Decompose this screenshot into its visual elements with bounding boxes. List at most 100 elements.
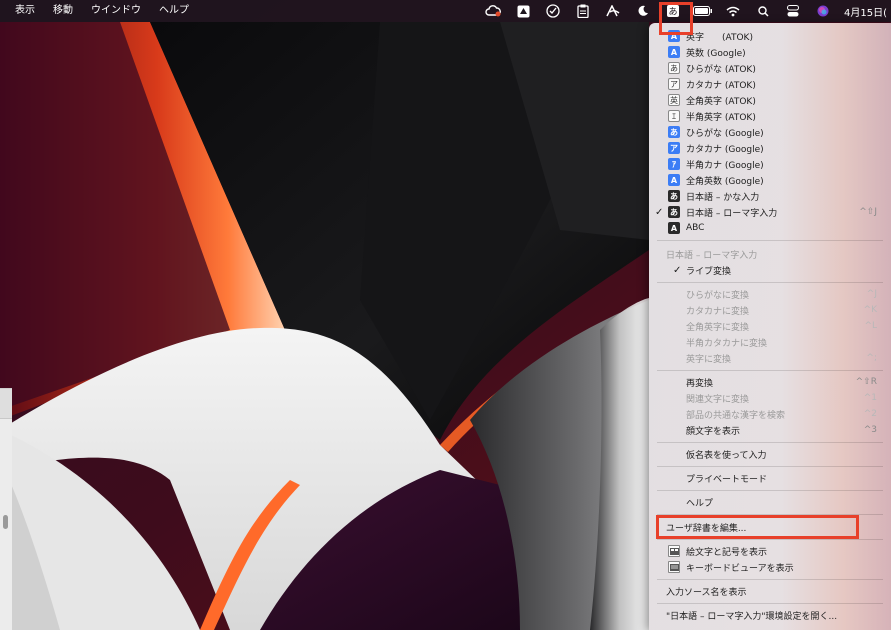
input-source-badge: あ	[668, 190, 680, 202]
menu-item-source[interactable]: ｴ 半角英字 (ATOK)	[649, 108, 891, 124]
menubar-clock[interactable]: 4月15日(	[838, 4, 891, 19]
menu-item-source[interactable]: あ ひらがな (ATOK)	[649, 60, 891, 76]
menu-item-source[interactable]: 英 全角英字 (ATOK)	[649, 92, 891, 108]
menu-item-open-preferences[interactable]: "日本語 – ローマ字入力"環境設定を開く...	[649, 607, 891, 623]
section-header-label: 日本語 – ローマ字入力	[666, 250, 758, 261]
search-icon[interactable]	[748, 0, 778, 22]
menu-item-help[interactable]: ヘルプ	[649, 494, 891, 510]
menu-separator	[657, 490, 883, 491]
menu-item-source[interactable]: A 英字 (ATOK)	[649, 28, 891, 44]
input-source-badge: A	[668, 174, 680, 186]
menu-item-kana-table[interactable]: 仮名表を使って入力	[649, 446, 891, 462]
menu-item-source[interactable]: A 英数 (Google)	[649, 44, 891, 60]
menu-item-shortcut: ^L	[864, 321, 877, 331]
menu-item-source[interactable]: あ 日本語 – かな入力	[649, 188, 891, 204]
window-titlebar	[0, 389, 12, 419]
input-source-badge: A	[668, 46, 680, 58]
menu-item-source-selected[interactable]: ✓ あ 日本語 – ローマ字入力 ^⇧J	[649, 204, 891, 220]
menu-item-label: 半角英字 (ATOK)	[686, 112, 756, 123]
menu-item-label: プライベートモード	[686, 474, 768, 485]
siri-icon[interactable]	[808, 0, 838, 22]
menu-item-label: ユーザ辞書を編集...	[666, 523, 747, 534]
menu-item-label: 全角英字に変換	[686, 322, 750, 333]
menu-item-shortcut: ^;	[866, 353, 877, 363]
menu-item-label: カタカナ (Google)	[686, 144, 764, 155]
menu-item-convert-hiragana: ひらがなに変換 ^J	[649, 286, 891, 302]
menu-window[interactable]: ウインドウ	[82, 0, 150, 22]
menu-item-shortcut: ^2	[863, 409, 877, 419]
menu-item-label: 日本語 – かな入力	[686, 192, 760, 203]
menu-item-related-chars: 関連文字に変換 ^1	[649, 390, 891, 406]
menu-item-source[interactable]: あ ひらがな (Google)	[649, 124, 891, 140]
clipboard-icon[interactable]	[568, 0, 598, 22]
menu-go[interactable]: 移動	[44, 0, 82, 22]
menu-item-shortcut: ^K	[863, 305, 877, 315]
input-source-badge: あ	[668, 62, 680, 74]
menu-item-shortcut: ^1	[863, 393, 877, 403]
menu-item-source[interactable]: ア カタカナ (ATOK)	[649, 76, 891, 92]
menu-item-search-kanji-parts: 部品の共通な漢字を検索 ^2	[649, 406, 891, 422]
input-source-badge: ア	[668, 78, 680, 90]
battery-icon[interactable]	[688, 0, 718, 22]
input-source-badge: 英	[668, 94, 680, 106]
menu-item-label: カタカナに変換	[686, 306, 750, 317]
menu-item-source[interactable]: A 全角英数 (Google)	[649, 172, 891, 188]
control-center-icon[interactable]	[778, 0, 808, 22]
menu-item-reconvert[interactable]: 再変換 ^⇧R	[649, 374, 891, 390]
wifi-icon[interactable]	[718, 0, 748, 22]
menu-item-label: 全角英字 (ATOK)	[686, 96, 756, 107]
menu-item-convert-katakana: カタカナに変換 ^K	[649, 302, 891, 318]
menu-item-label: 顔文字を表示	[686, 426, 741, 437]
menu-item-show-source-name[interactable]: 入力ソース名を表示	[649, 583, 891, 599]
menu-item-label: ひらがなに変換	[686, 290, 750, 301]
google-drive-icon[interactable]	[508, 0, 538, 22]
menu-item-label: 関連文字に変換	[686, 394, 750, 405]
menu-item-label: 英字に変換	[686, 354, 732, 365]
window-scrollbar[interactable]	[3, 515, 8, 529]
menu-item-shortcut: ^⇧J	[859, 207, 877, 217]
input-source-badge: ｴ	[668, 110, 680, 122]
checklist-icon[interactable]	[538, 0, 568, 22]
status-area: あ 4月15日(	[478, 0, 891, 22]
menu-item-convert-alphabet: 英字に変換 ^;	[649, 350, 891, 366]
menu-item-shortcut: ^3	[863, 425, 877, 435]
input-source-badge: ア	[668, 142, 680, 154]
input-source-badge: ｱ	[668, 158, 680, 170]
arc-icon[interactable]	[598, 0, 628, 22]
menu-view[interactable]: 表示	[6, 0, 44, 22]
menu-item-label: 再変換	[686, 378, 714, 389]
menu-item-live-conversion[interactable]: ✓ ライブ変換	[649, 262, 891, 278]
menu-item-private-mode[interactable]: プライベートモード	[649, 470, 891, 486]
menu-item-label: ライブ変換	[686, 266, 732, 277]
menu-separator	[657, 514, 883, 515]
menu-item-shortcut: ^⇧R	[855, 377, 877, 387]
menu-item-edit-user-dictionary[interactable]: ユーザ辞書を編集...	[649, 519, 891, 535]
menu-item-convert-halfwidth-katakana: 半角カタカナに変換	[649, 334, 891, 350]
menu-item-keyboard-viewer[interactable]: キーボードビューアを表示	[649, 559, 891, 575]
menu-item-label: 全角英数 (Google)	[686, 176, 764, 187]
menu-section-header: 日本語 – ローマ字入力	[649, 246, 891, 262]
app-menus: 表示 移動 ウインドウ ヘルプ	[0, 0, 198, 22]
creative-cloud-icon[interactable]	[478, 0, 508, 22]
menu-item-label: 部品の共通な漢字を検索	[686, 410, 786, 421]
menu-item-label: ヘルプ	[686, 498, 714, 509]
menu-item-source[interactable]: A ABC	[649, 220, 891, 236]
menu-item-show-emoticons[interactable]: 顔文字を表示 ^3	[649, 422, 891, 438]
menu-item-label: ABC	[686, 223, 705, 233]
menu-item-source[interactable]: ｱ 半角カナ (Google)	[649, 156, 891, 172]
menu-help[interactable]: ヘルプ	[150, 0, 198, 22]
menu-separator	[657, 442, 883, 443]
emoji-viewer-icon	[668, 545, 680, 557]
menu-item-emoji-viewer[interactable]: 絵文字と記号を表示	[649, 543, 891, 559]
menu-item-source[interactable]: ア カタカナ (Google)	[649, 140, 891, 156]
menu-separator	[657, 466, 883, 467]
menu-item-label: ひらがな (ATOK)	[686, 64, 756, 75]
ime-icon[interactable]: あ	[658, 0, 688, 22]
input-source-badge: あ	[668, 206, 680, 218]
menu-item-label: 英数 (Google)	[686, 48, 746, 59]
menu-item-label: 仮名表を使って入力	[686, 450, 767, 461]
input-source-badge: A	[668, 30, 680, 42]
svg-text:あ: あ	[668, 7, 677, 18]
moon-icon[interactable]	[628, 0, 658, 22]
menu-item-label: 絵文字と記号を表示	[686, 547, 768, 558]
